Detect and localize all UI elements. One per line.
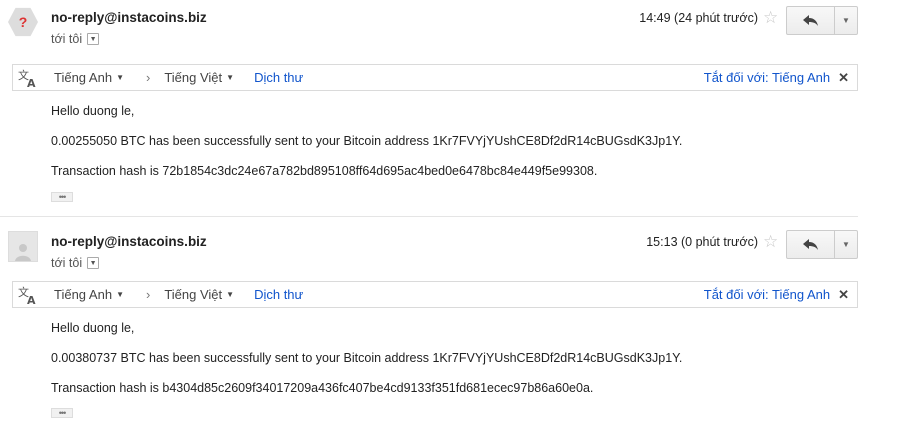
sender-name[interactable]: no-reply@instacoins.biz xyxy=(51,10,207,25)
recipient-line: tới tôi ▼ xyxy=(51,256,100,270)
turn-off-translation-link[interactable]: Tắt đối với: Tiếng Anh xyxy=(704,70,830,85)
dropdown-arrow-icon: ▼ xyxy=(116,73,124,82)
reply-icon xyxy=(802,14,818,26)
source-language-label: Tiếng Anh xyxy=(54,70,113,85)
translation-bar: 文 A Tiếng Anh ▼ › Tiếng Việt ▼ Dịch thư … xyxy=(12,64,858,91)
message-time: 15:13 (0 phút trước) xyxy=(646,235,758,249)
turn-off-translation-link[interactable]: Tắt đối với: Tiếng Anh xyxy=(704,287,830,302)
recipient-details-dropdown-icon[interactable]: ▼ xyxy=(87,33,100,45)
dropdown-arrow-icon: ▼ xyxy=(226,73,235,82)
sender-avatar-warning: ? xyxy=(8,7,38,37)
chevron-right-icon: › xyxy=(145,70,151,85)
message-body-line: Transaction hash is 72b1854c3dc24e67a782… xyxy=(51,164,598,178)
message-time: 14:49 (24 phút trước) xyxy=(639,11,758,25)
more-actions-dropdown-icon[interactable]: ▼ xyxy=(835,7,857,34)
translate-icon: 文 A xyxy=(16,285,40,305)
message-body-greeting: Hello duong le, xyxy=(51,321,135,335)
show-trimmed-content-button[interactable]: ••• xyxy=(51,408,73,418)
translate-icon: 文 A xyxy=(16,68,40,88)
target-language-select[interactable]: Tiếng Việt ▼ xyxy=(164,287,234,302)
target-language-select[interactable]: Tiếng Việt ▼ xyxy=(164,70,234,85)
svg-text:A: A xyxy=(27,294,36,305)
more-actions-dropdown-icon[interactable]: ▼ xyxy=(835,231,857,258)
reply-button[interactable] xyxy=(787,7,835,34)
recipient-label: tới tôi xyxy=(51,32,83,46)
svg-text:A: A xyxy=(27,77,36,88)
target-language-label: Tiếng Việt xyxy=(164,70,223,85)
star-icon[interactable]: ☆ xyxy=(763,8,778,28)
target-language-label: Tiếng Việt xyxy=(164,287,223,302)
close-icon[interactable]: ✕ xyxy=(838,287,849,303)
recipient-label: tới tôi xyxy=(51,256,83,270)
sender-avatar xyxy=(8,230,38,262)
show-trimmed-content-button[interactable]: ••• xyxy=(51,192,73,202)
dropdown-arrow-icon: ▼ xyxy=(226,290,235,299)
translation-bar: 文 A Tiếng Anh ▼ › Tiếng Việt ▼ Dịch thư … xyxy=(12,281,858,308)
recipient-line: tới tôi ▼ xyxy=(51,32,100,46)
message-divider xyxy=(0,216,858,217)
source-language-label: Tiếng Anh xyxy=(54,287,113,302)
translate-message-link[interactable]: Dịch thư xyxy=(254,70,303,85)
person-icon xyxy=(8,230,38,262)
question-mark-icon: ? xyxy=(8,7,38,37)
message-body-line: Transaction hash is b4304d85c2609f340172… xyxy=(51,381,594,395)
message-body-line: 0.00255050 BTC has been successfully sen… xyxy=(51,134,683,148)
chevron-right-icon: › xyxy=(145,287,151,302)
star-icon[interactable]: ☆ xyxy=(763,232,778,252)
reply-icon xyxy=(802,238,818,250)
message-body-line: 0.00380737 BTC has been successfully sen… xyxy=(51,351,683,365)
reply-button[interactable] xyxy=(787,231,835,258)
dropdown-arrow-icon: ▼ xyxy=(116,290,124,299)
close-icon[interactable]: ✕ xyxy=(838,70,849,86)
source-language-select[interactable]: Tiếng Anh ▼ xyxy=(54,70,124,85)
sender-name[interactable]: no-reply@instacoins.biz xyxy=(51,234,207,249)
reply-button-group: ▼ xyxy=(786,230,858,259)
message-body-greeting: Hello duong le, xyxy=(51,104,135,118)
translate-message-link[interactable]: Dịch thư xyxy=(254,287,303,302)
recipient-details-dropdown-icon[interactable]: ▼ xyxy=(87,257,100,269)
source-language-select[interactable]: Tiếng Anh ▼ xyxy=(54,287,124,302)
reply-button-group: ▼ xyxy=(786,6,858,35)
